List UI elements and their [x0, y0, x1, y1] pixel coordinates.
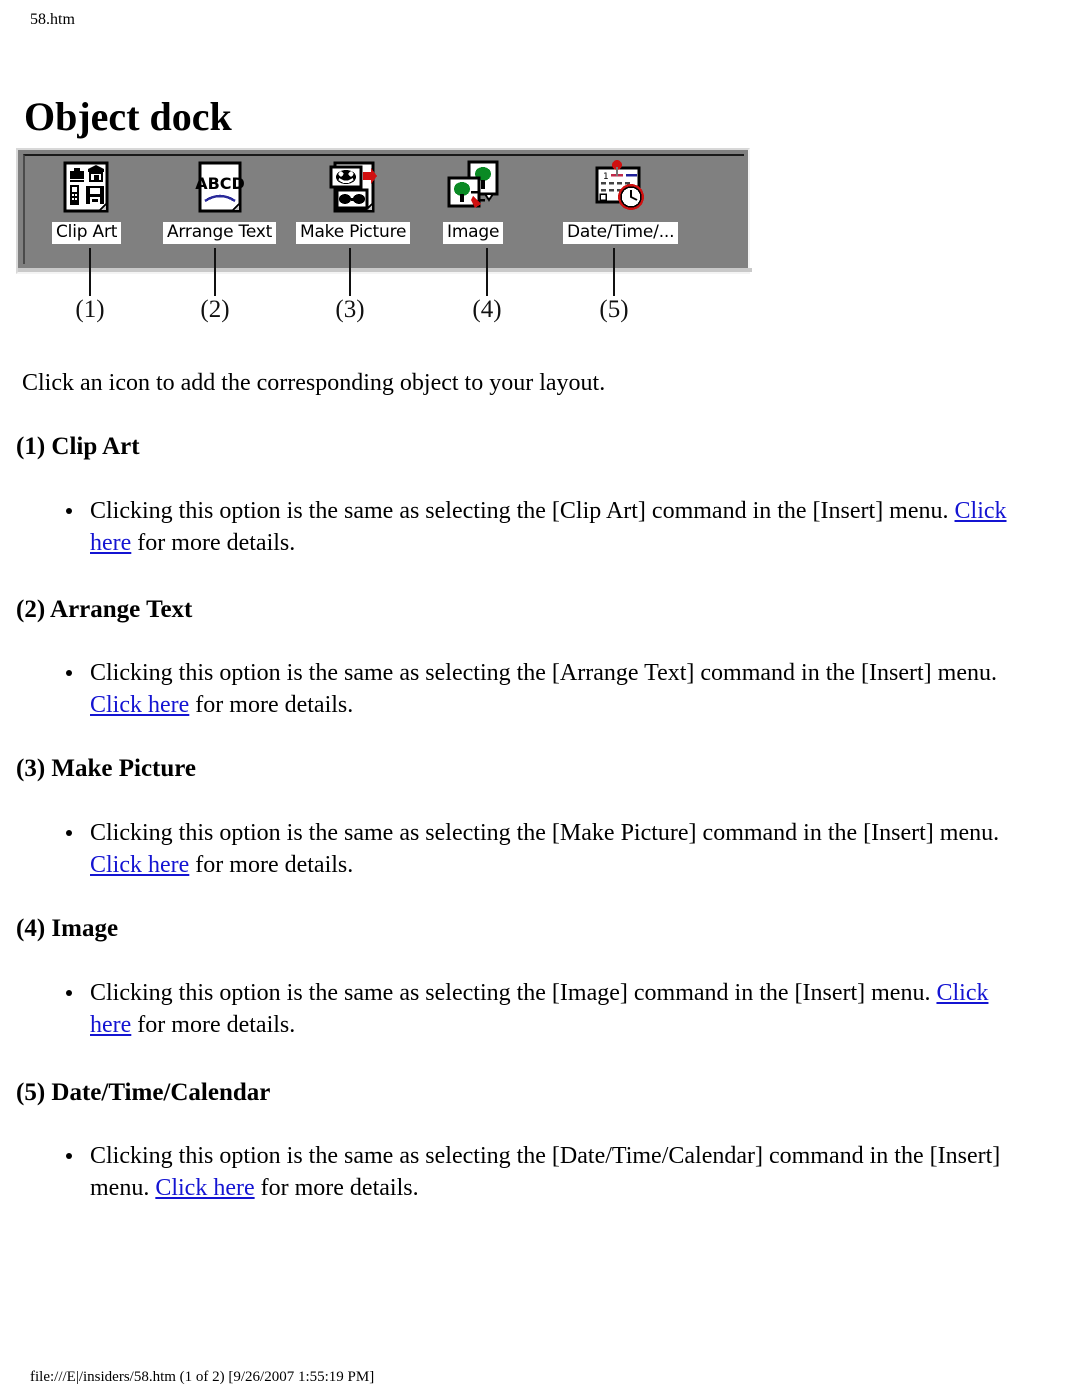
page-file-header: 58.htm	[30, 11, 75, 28]
bullet-text-after: for more details.	[189, 692, 354, 718]
section-heading-clip-art: (1) Clip Art	[16, 433, 140, 460]
clip-art-icon	[59, 160, 115, 216]
callout-leader-5	[613, 248, 615, 296]
section-body-make-picture: Clicking this option is the same as sele…	[62, 817, 1052, 881]
bullet-text-after: for more details.	[189, 852, 354, 878]
dock-item-date-time-calendar[interactable]: 1 Date/Time/...	[563, 160, 679, 244]
date-time-calendar-icon: 1	[593, 160, 649, 216]
section-body-arrange-text: Clicking this option is the same as sele…	[62, 657, 1047, 721]
image-icon	[445, 160, 501, 216]
bullet-text-before: Clicking this option is the same as sele…	[90, 498, 955, 524]
section-heading-arrange-text: (2) Arrange Text	[16, 596, 193, 623]
dock-label: Date/Time/...	[563, 222, 679, 244]
section-body-clip-art: Clicking this option is the same as sele…	[62, 495, 1030, 559]
callout-leader-4	[486, 248, 488, 296]
dock-label: Image	[443, 222, 504, 244]
bullet-text-before: Clicking this option is the same as sele…	[90, 980, 937, 1006]
bullet-icon	[66, 508, 72, 514]
bullet-icon	[66, 670, 72, 676]
bullet-text-after: for more details.	[131, 530, 296, 556]
callout-leader-1	[89, 248, 91, 296]
bullet-text-after: for more details.	[131, 1012, 296, 1038]
section-heading-image: (4) Image	[16, 915, 119, 942]
bullet-text-before: Clicking this option is the same as sele…	[90, 820, 1000, 846]
callout-number-3: (3)	[335, 296, 365, 323]
toolbar-bottom-bevel	[18, 268, 752, 272]
list-item: Clicking this option is the same as sele…	[62, 1140, 1037, 1204]
bullet-text-before: Clicking this option is the same as sele…	[90, 660, 997, 686]
dock-item-arrange-text[interactable]: ABCD Arrange Text	[163, 160, 277, 244]
bullet-icon	[66, 1153, 72, 1159]
dock-label: Arrange Text	[163, 222, 277, 244]
object-dock-figure: Clip Art ABCD Arrange Text Make Picture …	[16, 148, 752, 323]
click-here-link-make-picture[interactable]: Click here	[90, 852, 189, 878]
list-item: Clicking this option is the same as sele…	[62, 495, 1030, 559]
dock-item-image[interactable]: Image	[443, 160, 504, 244]
section-body-date-time-calendar: Clicking this option is the same as sele…	[62, 1140, 1037, 1204]
section-heading-date-time-calendar: (5) Date/Time/Calendar	[16, 1079, 271, 1106]
dock-item-clip-art[interactable]: Clip Art	[52, 160, 122, 244]
object-dock-toolbar[interactable]: Clip Art ABCD Arrange Text Make Picture …	[16, 148, 752, 274]
dock-item-make-picture[interactable]: Make Picture	[296, 160, 411, 244]
callout-number-4: (4)	[472, 296, 502, 323]
list-item: Clicking this option is the same as sele…	[62, 657, 1047, 721]
make-picture-icon	[325, 160, 381, 216]
dock-label: Clip Art	[52, 222, 122, 244]
dock-label: Make Picture	[296, 222, 411, 244]
section-heading-make-picture: (3) Make Picture	[16, 755, 197, 782]
section-body-image: Clicking this option is the same as sele…	[62, 977, 1022, 1041]
svg-text:1: 1	[603, 172, 609, 182]
callout-number-2: (2)	[200, 296, 230, 323]
bullet-icon	[66, 830, 72, 836]
arrange-text-icon: ABCD	[192, 160, 248, 216]
svg-text:ABCD: ABCD	[195, 174, 245, 193]
list-item: Clicking this option is the same as sele…	[62, 977, 1022, 1041]
page-title: Object dock	[24, 93, 232, 139]
callout-leader-2	[214, 248, 216, 296]
click-here-link-arrange-text[interactable]: Click here	[90, 692, 189, 718]
page-footer-path: file:///E|/insiders/58.htm (1 of 2) [9/2…	[30, 1369, 375, 1385]
intro-paragraph: Click an icon to add the corresponding o…	[22, 370, 606, 396]
click-here-link-date-time-calendar[interactable]: Click here	[155, 1175, 254, 1201]
list-item: Clicking this option is the same as sele…	[62, 817, 1052, 881]
bullet-text-after: for more details.	[254, 1175, 419, 1201]
callout-number-1: (1)	[75, 296, 105, 323]
callout-leader-3	[349, 248, 351, 296]
callout-number-5: (5)	[599, 296, 629, 323]
bullet-icon	[66, 990, 72, 996]
